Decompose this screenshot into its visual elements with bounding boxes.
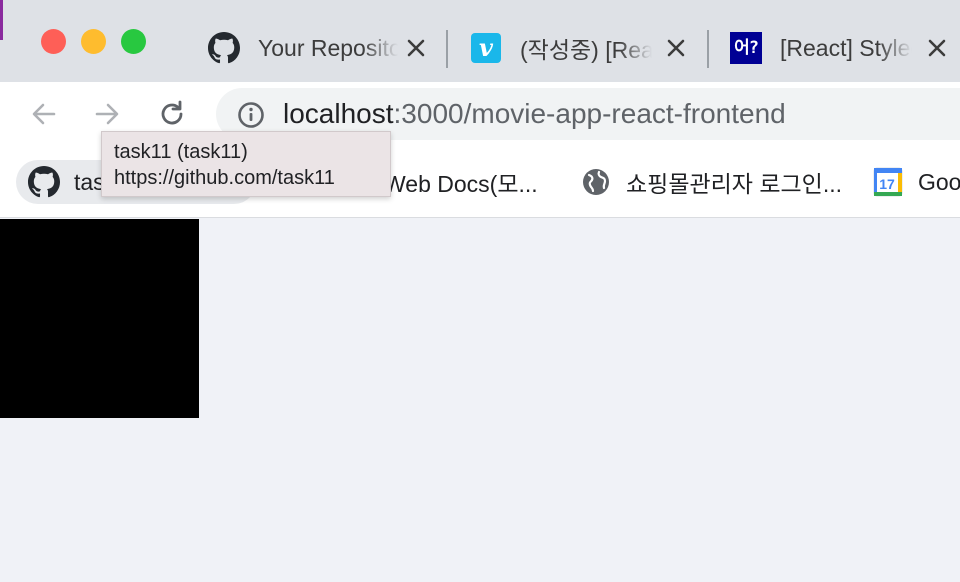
window-edge xyxy=(0,0,3,40)
tab-title: Your Repositories xyxy=(258,34,398,61)
reload-button[interactable] xyxy=(154,96,190,132)
forward-button[interactable] xyxy=(89,96,125,132)
bookmark-google-calendar[interactable]: 17 Goo xyxy=(872,160,960,204)
github-icon xyxy=(208,32,240,64)
window-close-button[interactable] xyxy=(41,29,66,54)
back-button[interactable] xyxy=(26,96,62,132)
bookmark-label: Goo xyxy=(918,168,960,195)
tab-strip: Your Repositories v (작성중) [React] Styled… xyxy=(0,0,960,82)
reload-icon xyxy=(161,100,183,125)
globe-icon xyxy=(580,166,612,198)
bookmark-tooltip: task11 (task11) https://github.com/task1… xyxy=(101,131,391,197)
tab-separator xyxy=(446,30,448,68)
close-icon[interactable] xyxy=(402,34,430,62)
bookmark-label: 쇼핑몰관리자 로그인... xyxy=(626,171,843,197)
arrow-right-icon xyxy=(95,103,119,125)
close-icon[interactable] xyxy=(923,34,951,62)
tab-separator xyxy=(707,30,709,68)
github-icon xyxy=(28,166,60,198)
close-icon[interactable] xyxy=(662,34,690,62)
bookmark-web-docs[interactable]: Web Docs(모... xyxy=(384,160,538,204)
tab-title: [React] Styled Components xyxy=(780,34,912,61)
page-content xyxy=(0,219,960,582)
svg-text:17: 17 xyxy=(879,176,895,192)
info-icon[interactable] xyxy=(236,100,266,130)
url-text[interactable]: localhost:3000/movie-app-react-frontend xyxy=(283,98,786,130)
arrow-left-icon xyxy=(32,103,56,125)
tab-your-repositories[interactable]: Your Repositories xyxy=(208,20,440,76)
tab-react-styled[interactable]: v (작성중) [React] Styled xyxy=(470,20,696,76)
tab-title: (작성중) [React] Styled xyxy=(520,37,652,63)
black-box xyxy=(0,219,199,418)
window-maximize-button[interactable] xyxy=(121,29,146,54)
eo-icon: 어? xyxy=(730,32,762,64)
tooltip-url: https://github.com/task11 xyxy=(114,167,335,189)
tooltip-title: task11 (task11) xyxy=(114,141,248,163)
window-minimize-button[interactable] xyxy=(81,29,106,54)
vimeo-icon: v xyxy=(470,32,502,64)
bookmark-shop-admin-login[interactable]: 쇼핑몰관리자 로그인... xyxy=(580,160,842,204)
google-calendar-icon: 17 xyxy=(872,166,904,198)
tab-react-styled-components[interactable]: 어? [React] Styled Components xyxy=(730,20,960,76)
bookmark-label: Web Docs(모... xyxy=(384,171,538,197)
